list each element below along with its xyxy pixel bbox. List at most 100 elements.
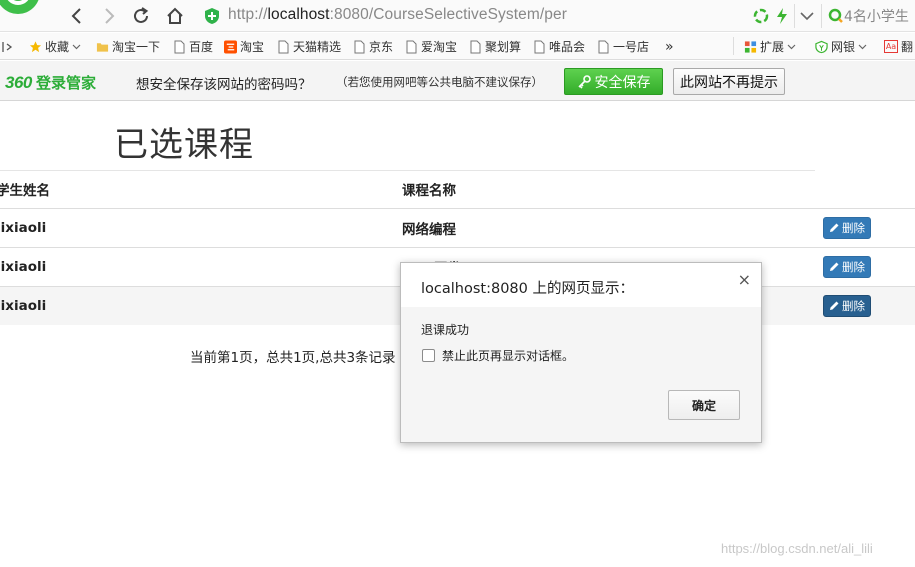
- ok-button[interactable]: 确定: [668, 390, 740, 420]
- search-box[interactable]: 4名小学生: [828, 6, 909, 26]
- action-cell: 删除: [822, 246, 915, 286]
- save-password-button[interactable]: 安全保存: [564, 68, 663, 95]
- bookmark-label: 天猫精选: [293, 40, 342, 54]
- extensions-button[interactable]: 扩展: [744, 38, 796, 55]
- bookmark-item[interactable]: 淘宝一下: [96, 38, 160, 55]
- sidebar-toggle[interactable]: [2, 38, 15, 55]
- bookmark-label: 爱淘宝: [421, 40, 458, 54]
- delete-label: 删除: [842, 259, 865, 274]
- back-button[interactable]: [66, 5, 88, 27]
- translate-icon: Aa: [884, 40, 898, 53]
- delete-button[interactable]: 删除: [823, 216, 871, 239]
- bookmark-label: 百度: [189, 40, 214, 54]
- translate-button[interactable]: Aa 翻: [884, 38, 913, 55]
- student-name-cell: lixiaoli: [0, 207, 402, 247]
- chevron-down-icon[interactable]: [798, 7, 816, 25]
- recycle-icon[interactable]: [752, 7, 770, 25]
- delete-label: 删除: [842, 298, 865, 313]
- chevron-down-icon: [858, 44, 867, 50]
- lightning-icon[interactable]: [773, 7, 791, 25]
- never-for-site-button[interactable]: 此网站不再提示: [673, 68, 785, 95]
- bookmark-item[interactable]: 爱淘宝: [405, 38, 457, 55]
- reload-button[interactable]: [130, 5, 152, 27]
- bank-shield-icon: [815, 40, 828, 53]
- extensions-icon: [744, 40, 757, 53]
- bookmark-item[interactable]: 一号店: [597, 38, 649, 55]
- translate-label: 翻: [901, 40, 914, 54]
- page-icon: [354, 40, 365, 53]
- close-icon[interactable]: ×: [738, 270, 751, 289]
- bookmark-item[interactable]: 京东: [353, 38, 393, 55]
- reload-icon: [134, 7, 149, 23]
- bookmark-item[interactable]: 聚划算: [469, 38, 521, 55]
- toolbar-divider: [821, 4, 822, 28]
- bookmark-item[interactable]: 天猫精选: [277, 38, 341, 55]
- bookmark-label: 唯品会: [549, 40, 586, 54]
- chevron-down-icon: [72, 44, 81, 50]
- forward-button[interactable]: [98, 5, 120, 27]
- checkbox-box[interactable]: [422, 349, 435, 362]
- browser-toolbar: http://localhost:8080/CourseSelectiveSys…: [0, 0, 915, 32]
- taobao-icon: [224, 40, 237, 53]
- bank-button[interactable]: 网银: [815, 38, 867, 55]
- suppress-dialogs-checkbox[interactable]: 禁止此页再显示对话框。: [422, 347, 574, 364]
- bookmark-label: 收藏: [45, 40, 70, 54]
- page-icon: [470, 40, 481, 53]
- page-icon: [598, 40, 609, 53]
- checkbox-label: 禁止此页再显示对话框。: [442, 349, 575, 363]
- bookmarks-bar: 收藏 淘宝一下 百度 淘宝 天猫精选 京东 爱淘宝 聚划算 唯品会 一号店 »: [0, 33, 915, 60]
- student-name: lixiaoli: [0, 258, 47, 275]
- url-prefix: http://: [228, 6, 268, 23]
- security-shield-icon[interactable]: [204, 7, 220, 25]
- column-header-course: 课程名称: [402, 183, 456, 200]
- home-button[interactable]: [164, 5, 186, 27]
- delete-button[interactable]: 删除: [823, 294, 871, 317]
- column-header-action: [822, 171, 915, 208]
- table-row: lixiaoli 网络编程 删除: [0, 207, 915, 247]
- dialog-body: 退课成功 禁止此页再显示对话框。: [401, 307, 761, 379]
- bookmark-divider: [733, 37, 734, 55]
- alert-dialog: localhost:8080 上的网页显示： × 退课成功 禁止此页再显示对话框…: [400, 262, 762, 443]
- more-chevron-icon: »: [665, 38, 674, 55]
- pagination-info: 当前第1页，总共1页,总共3条记录: [190, 350, 396, 366]
- bookmarks-more-button[interactable]: »: [665, 38, 674, 55]
- dialog-header: localhost:8080 上的网页显示： ×: [401, 263, 761, 307]
- search-text: 4名小学生: [844, 9, 909, 25]
- dialog-message: 退课成功: [421, 323, 470, 337]
- pencil-icon: [830, 223, 839, 232]
- delete-button[interactable]: 删除: [823, 255, 871, 278]
- delete-label: 删除: [842, 220, 865, 235]
- sidebar-toggle-icon: [2, 41, 13, 52]
- bookmark-label: 淘宝: [240, 40, 265, 54]
- home-icon: [167, 7, 183, 24]
- url-path: :8080/CourseSelectiveSystem/per: [329, 6, 568, 23]
- table-header-row: 学生姓名 课程名称: [0, 171, 915, 208]
- dialog-title: localhost:8080 上的网页显示：: [421, 281, 634, 297]
- student-name: lixiaoli: [0, 219, 47, 236]
- action-cell: 删除: [822, 285, 915, 325]
- bookmark-item[interactable]: 百度: [173, 38, 213, 55]
- back-arrow-icon: [71, 8, 81, 24]
- course-name-cell: 网络编程: [402, 207, 822, 247]
- address-bar[interactable]: http://localhost:8080/CourseSelectiveSys…: [228, 6, 567, 24]
- star-icon: [29, 40, 42, 52]
- bookmark-item[interactable]: 淘宝: [224, 38, 264, 55]
- key-icon: [577, 74, 591, 89]
- bookmark-label: 京东: [369, 40, 394, 54]
- page-icon: [406, 40, 417, 53]
- action-cell: 删除: [822, 207, 915, 247]
- bookmark-label: 淘宝一下: [112, 40, 161, 54]
- toolbar-divider: [794, 4, 795, 28]
- pencil-icon: [830, 262, 839, 271]
- bookmark-favorites[interactable]: 收藏: [29, 38, 81, 55]
- chevron-down-icon: [787, 44, 796, 50]
- column-header-label: 学生姓名: [0, 183, 50, 200]
- search-icon: [828, 8, 843, 23]
- password-save-bar: 360 登录管家 想安全保存该网站的密码吗？ （若您使用网吧等公共电脑不建议保存…: [0, 61, 915, 101]
- never-for-site-label: 此网站不再提示: [680, 74, 778, 91]
- forward-arrow-icon: [105, 8, 115, 24]
- page-icon: [278, 40, 289, 53]
- student-name: lixiaoli: [0, 297, 47, 314]
- bookmark-item[interactable]: 唯品会: [533, 38, 585, 55]
- logo-number: 360: [5, 73, 32, 92]
